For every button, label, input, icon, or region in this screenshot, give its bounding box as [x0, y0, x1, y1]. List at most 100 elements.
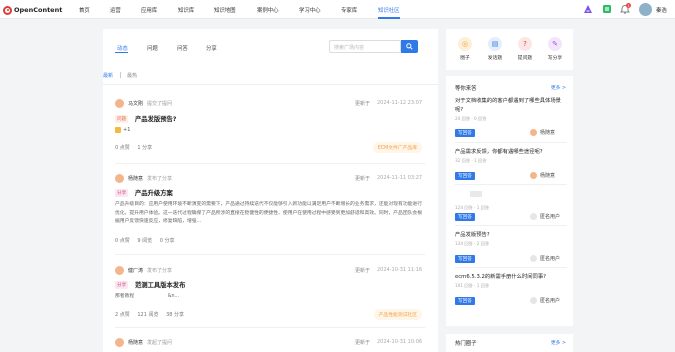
tab-shares[interactable]: 分享 [206, 44, 217, 52]
quick-circle-label: 圈子 [460, 56, 470, 61]
write-answer-button[interactable]: 写回答 [455, 297, 475, 305]
share-count[interactable]: 0 分享 [160, 238, 175, 244]
post-tag: 分享 [115, 189, 129, 197]
quick-write-share[interactable]: ✎ 写分享 [540, 37, 570, 61]
write-answer-button[interactable]: 写回答 [455, 129, 475, 137]
question-user[interactable]: 匿名用户 [530, 297, 560, 304]
post-title[interactable]: 产品发版预告? [135, 114, 176, 123]
search-icon [406, 43, 413, 50]
share-count[interactable]: 38 分享 [166, 312, 184, 318]
avatar [530, 297, 537, 304]
question-meta: 124 回答 · 1 回答 [455, 205, 490, 210]
nav-learning-center[interactable]: 学习中心 [299, 6, 321, 14]
quick-new-topic[interactable]: ▤ 发话题 [480, 37, 510, 61]
share-count[interactable]: 1 分享 [137, 145, 152, 151]
question-user-name: 匿名用户 [540, 256, 561, 262]
write-answer-button[interactable]: 写回答 [455, 213, 475, 221]
question-item[interactable]: ecm6.5.3.2的新需手册什么时间同事? 101 回答 · 1 回答 写回答… [455, 273, 567, 305]
nav-app-library[interactable]: 应用库 [141, 6, 157, 14]
avatar[interactable] [115, 99, 124, 108]
avatar [530, 172, 537, 179]
question-user-name: 杨随意 [540, 130, 556, 136]
question-text[interactable]: ecm6.5.3.2的新需手册什么时间同事? [455, 273, 567, 282]
question-text[interactable]: 对于文档收集的的客户都遇到了哪些具体场景呢? [455, 97, 567, 115]
post-updated-label: 更新于 [355, 268, 371, 274]
more-link[interactable]: 更多 > [551, 84, 566, 91]
post-title[interactable]: 范测工具版本发布 [135, 280, 185, 289]
post-action: 发布了分享 [147, 176, 173, 182]
app-icon[interactable] [602, 4, 612, 14]
tab-questions[interactable]: 问题 [147, 44, 158, 52]
like-button[interactable]: 0 点赞 [115, 238, 130, 244]
question-user[interactable]: 杨随意 [530, 129, 555, 136]
post-author-line: 杨随意 发起了提问 [128, 339, 172, 346]
post-updated-label: 更新于 [355, 101, 371, 107]
quick-circle[interactable]: ◎ 圈子 [450, 37, 480, 61]
post-divider [115, 163, 425, 164]
post-vote[interactable]: +1 [115, 127, 130, 133]
question-user-name: 杨随意 [540, 173, 556, 179]
write-answer-button[interactable]: 写回答 [455, 255, 475, 263]
post-stats: 0 点赞 1 分享 [115, 144, 158, 151]
post-author[interactable]: 杨随意 [128, 340, 143, 346]
main-feed-panel: 动态 问题 问答 分享 搜索广场内容 最新 最热 马文刚 提交了提问 更新于 20… [103, 29, 438, 352]
question-text-placeholder [470, 191, 482, 197]
more-link[interactable]: 更多 > [551, 339, 566, 346]
post-author-line: 马文刚 提交了提问 [128, 100, 172, 107]
post-author[interactable]: 马文刚 [128, 101, 143, 107]
top-navigation-bar: OpenContent 首页 运营 应用库 知识库 知识地图 案例中心 学习中心… [0, 0, 675, 19]
search-input[interactable]: 搜索广场内容 [329, 40, 401, 53]
post-date: 2024-11-11 03:27 [377, 175, 423, 181]
avatar[interactable] [115, 174, 124, 183]
question-text[interactable]: 产品需求反馈，你都有遇哪些途径呢? [455, 148, 567, 157]
user-name[interactable]: 秦浩 [656, 6, 667, 14]
logo[interactable]: OpenContent [3, 5, 62, 15]
avatar [530, 129, 537, 136]
tab-qa[interactable]: 问答 [177, 44, 188, 52]
post-author[interactable]: 健厂涛 [128, 268, 143, 274]
question-divider [455, 267, 567, 268]
avatar[interactable] [115, 338, 124, 347]
avatar[interactable] [115, 266, 124, 275]
sort-latest[interactable]: 最新 [103, 72, 113, 79]
nav-knowledge-map[interactable]: 知识地图 [214, 6, 236, 14]
question-meta: 24 回答 · 0 回答 [455, 116, 487, 121]
tab-activity[interactable]: 动态 [117, 44, 128, 52]
post-author[interactable]: 杨随意 [128, 176, 143, 182]
search-button[interactable] [401, 40, 418, 53]
post-date: 2024-10-31 11:16 [377, 267, 423, 273]
post-community-chip[interactable]: 产品性能测试社区 [373, 309, 422, 320]
question-icon: ? [518, 37, 532, 51]
user-avatar[interactable] [639, 3, 652, 16]
nav-knowledge-base[interactable]: 知识库 [178, 6, 194, 14]
sort-hottest[interactable]: 最热 [127, 72, 137, 79]
post-title[interactable]: 产品升级方案 [135, 188, 173, 197]
post-updated-label: 更新于 [355, 176, 371, 182]
ai-assistant-icon[interactable] [583, 4, 593, 14]
nav-home[interactable]: 首页 [79, 6, 90, 14]
nav-knowledge-community[interactable]: 知识社区 [378, 6, 400, 14]
question-item[interactable]: 产品发版预告? 134 回答 · 2 回答 写回答 匿名用户 [455, 231, 567, 263]
quick-ask-question[interactable]: ? 提问题 [510, 37, 540, 61]
question-user[interactable]: 匿名用户 [530, 213, 560, 220]
question-item[interactable]: 124 回答 · 1 回答 写回答 匿名用户 [455, 189, 567, 221]
like-button[interactable]: 2 点赞 [115, 312, 130, 318]
nav-expert-library[interactable]: 专家库 [341, 6, 357, 14]
section-title: 等你来答 [455, 86, 477, 92]
question-item[interactable]: 对于文档收集的的客户都遇到了哪些具体场景呢? 24 回答 · 0 回答 写回答 … [455, 97, 567, 137]
question-user[interactable]: 匿名用户 [530, 255, 560, 262]
post-excerpt: 那者教程 &n... [115, 294, 180, 299]
pen-icon: ✎ [548, 37, 562, 51]
question-text[interactable]: 产品发版预告? [455, 231, 567, 240]
nav-case-center[interactable]: 案例中心 [257, 6, 279, 14]
write-answer-button[interactable]: 写回答 [455, 172, 475, 180]
question-user[interactable]: 杨随意 [530, 172, 555, 179]
nav-operations[interactable]: 运营 [110, 6, 121, 14]
post-divider [115, 254, 425, 255]
quick-new-topic-label: 发话题 [487, 56, 503, 61]
question-item[interactable]: 产品需求反馈，你都有遇哪些途径呢? 32 回答 · 1 回答 写回答 杨随意 [455, 148, 567, 180]
post-action: 发起了提问 [147, 340, 173, 346]
post-community-chip[interactable]: ECM文件广产品库 [372, 142, 422, 153]
hot-circles-panel: 热门圈子 更多 > [446, 334, 573, 352]
like-button[interactable]: 0 点赞 [115, 145, 130, 151]
